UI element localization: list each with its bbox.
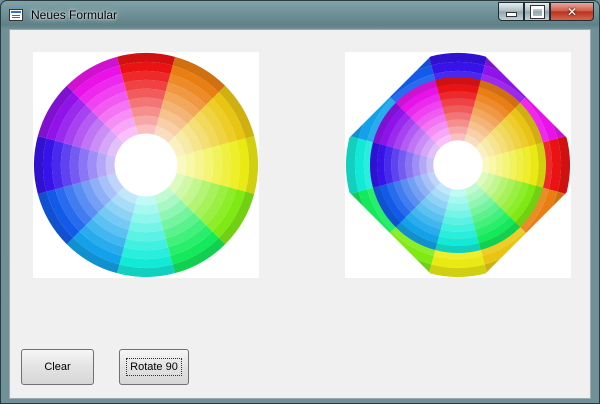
window-title: Neues Formular	[31, 8, 118, 22]
rotated-color-wheel-image	[346, 53, 570, 277]
rotate-button-label: Rotate 90	[126, 358, 182, 376]
clear-button[interactable]: Clear	[21, 349, 94, 385]
original-image-box	[33, 52, 259, 278]
wheel-segment	[133, 115, 159, 127]
app-window: Neues Formular ✕ Clear Rotate 90	[0, 0, 600, 404]
wheel-segment	[488, 154, 497, 176]
wheel-center	[433, 140, 483, 190]
wheel-segment	[176, 154, 187, 176]
close-icon: ✕	[566, 4, 578, 19]
wheel-segment	[447, 126, 469, 135]
clear-button-label: Clear	[44, 361, 71, 373]
wheel-segment	[96, 152, 108, 178]
color-wheel-image	[34, 53, 258, 277]
wheel-segment	[447, 195, 469, 204]
wheel-segment	[419, 154, 428, 176]
rotated-image-box	[345, 52, 571, 278]
wheel-segment	[449, 133, 467, 142]
wheel-segment	[135, 195, 157, 206]
close-button[interactable]: ✕	[550, 2, 594, 21]
maximize-button[interactable]	[524, 2, 550, 21]
minimize-icon	[505, 12, 517, 17]
minimize-button[interactable]	[498, 2, 524, 21]
wheel-segment	[184, 152, 196, 178]
wheel-segment	[135, 124, 157, 135]
window-controls: ✕	[498, 2, 594, 21]
wheel-segment	[105, 154, 116, 176]
rotate-90-button[interactable]: Rotate 90	[119, 349, 189, 385]
wheel-segment	[481, 156, 490, 174]
maximize-icon	[529, 4, 545, 19]
wheel-center	[114, 133, 178, 197]
wheel-segment	[449, 188, 467, 197]
form-icon[interactable]	[9, 9, 23, 21]
title-bar[interactable]: Neues Formular ✕	[1, 1, 599, 29]
wheel-segment	[426, 156, 435, 174]
form-client-area: Clear Rotate 90	[9, 29, 591, 399]
wheel-segment	[133, 203, 159, 215]
